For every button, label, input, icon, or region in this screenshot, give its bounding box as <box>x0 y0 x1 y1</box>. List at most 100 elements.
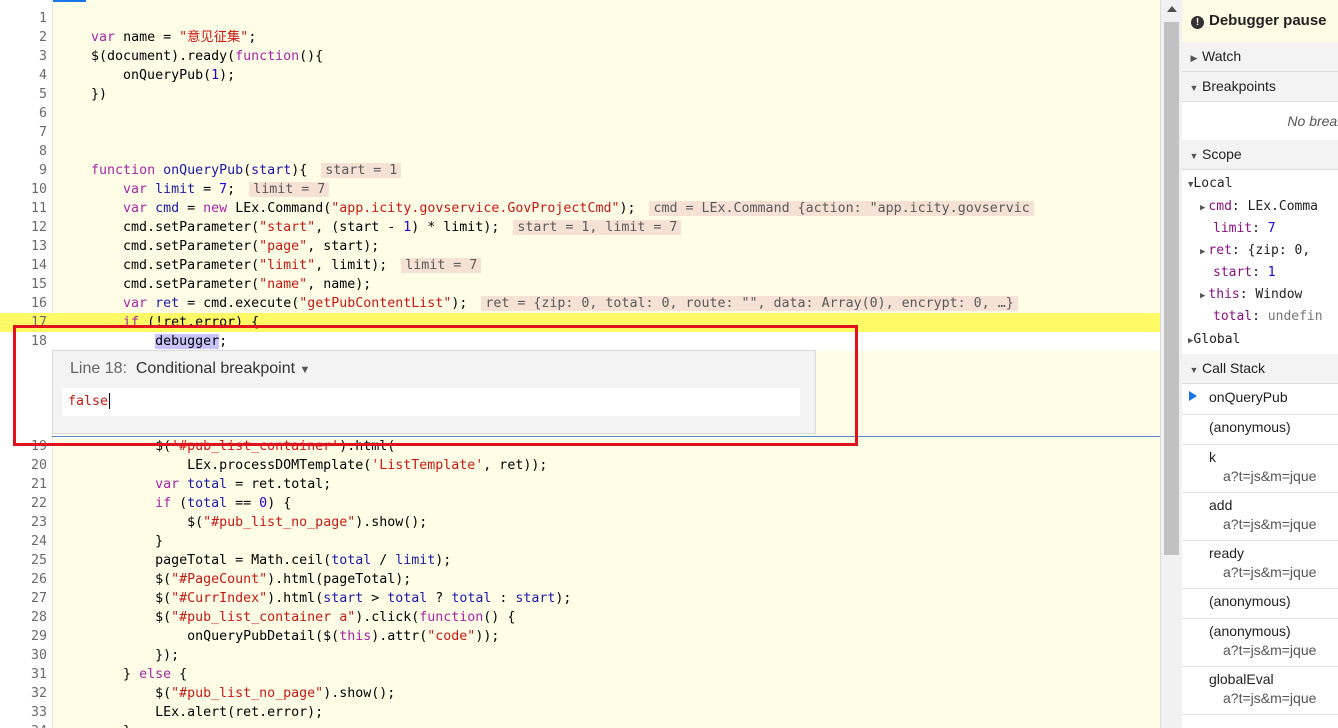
line-number[interactable]: 12 <box>0 218 47 237</box>
line-number[interactable]: 21 <box>0 475 47 494</box>
scope-variable[interactable]: ▶ cmd: LEx.Comma <box>1200 199 1318 214</box>
line-number[interactable]: 5 <box>0 85 47 104</box>
line-number[interactable]: 7 <box>0 123 47 142</box>
code-line[interactable]: 28 $("#pub_list_container a").click(func… <box>0 608 1160 627</box>
expand-triangle-icon[interactable]: ▶ <box>1200 291 1205 301</box>
code-line[interactable]: 21 var total = ret.total; <box>0 475 1160 494</box>
call-frame[interactable]: globalEval a?t=js&m=jque <box>1182 666 1338 715</box>
line-number[interactable]: 2 <box>0 28 47 47</box>
line-number[interactable]: 3 <box>0 47 47 66</box>
scroll-up-arrow-icon[interactable] <box>1167 6 1177 12</box>
call-frame[interactable]: ready a?t=js&m=jque <box>1182 540 1338 589</box>
scope-variable[interactable]: ▶ this: Window <box>1200 287 1302 302</box>
line-number[interactable]: 22 <box>0 494 47 513</box>
code-line[interactable]: 24 } <box>0 532 1160 551</box>
line-number[interactable]: 31 <box>0 665 47 684</box>
code-line[interactable]: 8 <box>0 142 1160 161</box>
call-frame-function: k <box>1209 449 1216 465</box>
watch-section-header[interactable]: ▶ Watch <box>1182 42 1338 72</box>
code-line[interactable]: 14 cmd.setParameter("limit", limit); limi… <box>0 256 1160 275</box>
code-line[interactable]: 29 onQueryPubDetail($(this).attr("code")… <box>0 627 1160 646</box>
code-text: if (total == 0) { <box>155 496 292 511</box>
code-line[interactable]: 15 cmd.setParameter("name", name); <box>0 275 1160 294</box>
call-frame[interactable]: (anonymous) <box>1182 414 1338 445</box>
line-number[interactable]: 6 <box>0 104 47 123</box>
line-number[interactable]: 26 <box>0 570 47 589</box>
call-frame[interactable]: (anonymous) a?t=js&m=jque <box>1182 618 1338 667</box>
line-number[interactable]: 24 <box>0 532 47 551</box>
scrollbar-thumb[interactable] <box>1164 22 1179 555</box>
code-line[interactable]: 4 onQueryPub(1); <box>0 66 1160 85</box>
code-line[interactable]: 3 $(document).ready(function(){ <box>0 47 1160 66</box>
editor-scrollbar[interactable] <box>1160 0 1182 728</box>
info-icon: ! <box>1191 16 1204 29</box>
code-line[interactable]: 1 <box>0 9 1160 28</box>
line-number[interactable]: 30 <box>0 646 47 665</box>
line-number[interactable]: 28 <box>0 608 47 627</box>
local-scope-header[interactable]: ▼Local <box>1188 176 1233 191</box>
line-number[interactable]: 23 <box>0 513 47 532</box>
code-text: cmd.setParameter("name", name); <box>59 277 372 292</box>
expand-triangle-icon[interactable]: ▶ <box>1200 203 1205 213</box>
inline-variable-value: ret = {zip: 0, total: 0, route: "", data… <box>481 296 1018 311</box>
code-line[interactable]: 31 } else { <box>0 665 1160 684</box>
code-line[interactable]: 9 function onQueryPub(start){start = 1 <box>0 161 1160 180</box>
line-number[interactable]: 8 <box>0 142 47 161</box>
scope-variable[interactable]: start: 1 <box>1213 265 1276 280</box>
line-number[interactable]: 1 <box>0 9 47 28</box>
code-line[interactable]: 12 cmd.setParameter("start", (start - 1)… <box>0 218 1160 237</box>
code-line[interactable]: 30 }); <box>0 646 1160 665</box>
breakpoints-section-header[interactable]: ▼ Breakpoints <box>1182 72 1338 102</box>
call-frame-source: a?t=js&m=jque <box>1223 564 1317 580</box>
line-number[interactable]: 10 <box>0 180 47 199</box>
call-frame[interactable]: k a?t=js&m=jque <box>1182 444 1338 493</box>
code-line[interactable]: 2 var name = "意见征集"; <box>0 28 1160 47</box>
scope-label: Scope <box>1202 146 1242 162</box>
code-line[interactable]: 23 $("#pub_list_no_page").show(); <box>0 513 1160 532</box>
code-line[interactable]: 22 if (total == 0) { <box>0 494 1160 513</box>
code-line[interactable]: 16 var ret = cmd.execute("getPubContentL… <box>0 294 1160 313</box>
code-line[interactable]: 6 <box>0 104 1160 123</box>
line-number[interactable]: 34 <box>0 722 47 728</box>
line-number[interactable]: 13 <box>0 237 47 256</box>
scope-variable[interactable]: ▶ ret: {zip: 0, <box>1200 243 1310 258</box>
global-label: Global <box>1193 332 1241 347</box>
code-line[interactable]: 32 $("#pub_list_no_page").show(); <box>0 684 1160 703</box>
call-stack-section-header[interactable]: ▼ Call Stack <box>1182 354 1338 384</box>
expand-triangle-icon[interactable]: ▶ <box>1200 247 1205 257</box>
code-line[interactable]: 5 }) <box>0 85 1160 104</box>
line-number[interactable]: 4 <box>0 66 47 85</box>
line-number[interactable]: 25 <box>0 551 47 570</box>
call-frame[interactable]: add a?t=js&m=jque <box>1182 492 1338 541</box>
global-scope-header[interactable]: ▶Global <box>1188 332 1240 347</box>
code-line[interactable]: 13 cmd.setParameter("page", start); <box>0 237 1160 256</box>
code-line[interactable]: 27 $("#CurrIndex").html(start > total ? … <box>0 589 1160 608</box>
scope-variable[interactable]: limit: 7 <box>1213 221 1276 236</box>
code-editor[interactable]: 12 var name = "意见征集"; 3 $(document).ready… <box>0 0 1160 728</box>
line-number[interactable]: 9 <box>0 161 47 180</box>
line-number[interactable]: 20 <box>0 456 47 475</box>
line-number[interactable]: 16 <box>0 294 47 313</box>
scope-variable-value: {zip: 0, <box>1247 243 1311 258</box>
line-number[interactable]: 33 <box>0 703 47 722</box>
watch-label: Watch <box>1202 48 1242 64</box>
line-number[interactable]: 15 <box>0 275 47 294</box>
code-line[interactable]: 11 var cmd = new LEx.Command("app.icity.… <box>0 199 1160 218</box>
code-line[interactable]: 34 } <box>0 722 1160 728</box>
line-number[interactable]: 27 <box>0 589 47 608</box>
code-line[interactable]: 25 pageTotal = Math.ceil(total / limit); <box>0 551 1160 570</box>
line-number[interactable]: 11 <box>0 199 47 218</box>
code-text: var name = "意见征集"; <box>91 30 257 45</box>
code-line[interactable]: 26 $("#PageCount").html(pageTotal); <box>0 570 1160 589</box>
code-line[interactable]: 10 var limit = 7; limit = 7 <box>0 180 1160 199</box>
call-frame[interactable]: (anonymous) <box>1182 588 1338 619</box>
code-line[interactable]: 7 <box>0 123 1160 142</box>
code-line[interactable]: 20 LEx.processDOMTemplate('ListTemplate'… <box>0 456 1160 475</box>
line-number[interactable]: 29 <box>0 627 47 646</box>
code-line[interactable]: 33 LEx.alert(ret.error); <box>0 703 1160 722</box>
line-number[interactable]: 14 <box>0 256 47 275</box>
scope-variable[interactable]: total: undefin <box>1213 309 1323 324</box>
scope-section-header[interactable]: ▼ Scope <box>1182 140 1338 170</box>
line-number[interactable]: 32 <box>0 684 47 703</box>
call-frame[interactable]: onQueryPub <box>1182 384 1338 415</box>
